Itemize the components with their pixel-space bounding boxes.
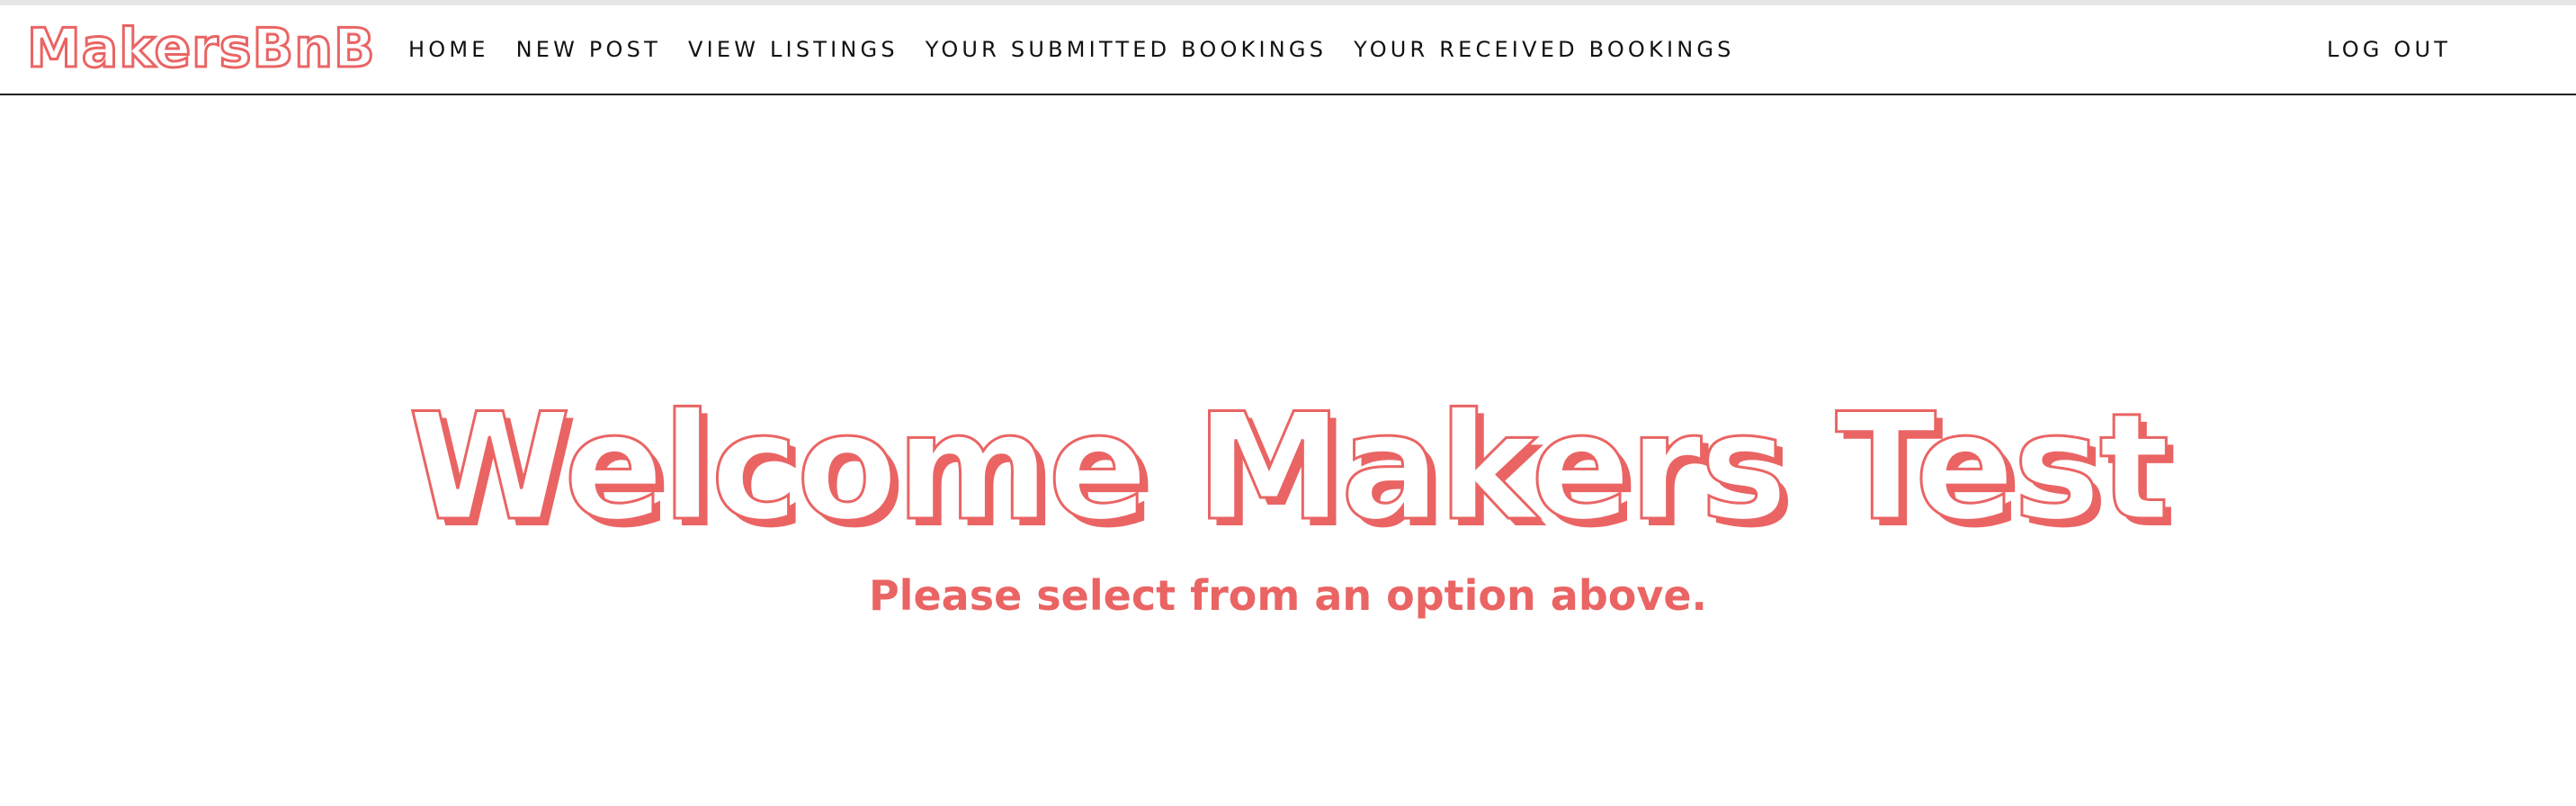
nav-new-post-link[interactable]: NEW POST <box>516 34 661 65</box>
welcome-title: Welcome Makers Test <box>407 381 2170 553</box>
nav-view-listings-link[interactable]: VIEW LISTINGS <box>688 34 899 65</box>
nav-received-bookings-link[interactable]: YOUR RECEIVED BOOKINGS <box>1354 34 1734 65</box>
nav-submitted-bookings-link[interactable]: YOUR SUBMITTED BOOKINGS <box>926 34 1327 65</box>
nav-links: HOME NEW POST VIEW LISTINGS YOUR SUBMITT… <box>408 34 1735 65</box>
nav-home-link[interactable]: HOME <box>408 34 489 65</box>
logout-link[interactable]: LOG OUT <box>2327 34 2451 65</box>
logo-link[interactable]: MakersBnB <box>26 13 377 85</box>
hero-section: Welcome Makers Test Please select from a… <box>0 381 2576 622</box>
navbar: MakersBnB HOME NEW POST VIEW LISTINGS YO… <box>0 5 2576 95</box>
welcome-subtitle: Please select from an option above. <box>868 571 1708 620</box>
